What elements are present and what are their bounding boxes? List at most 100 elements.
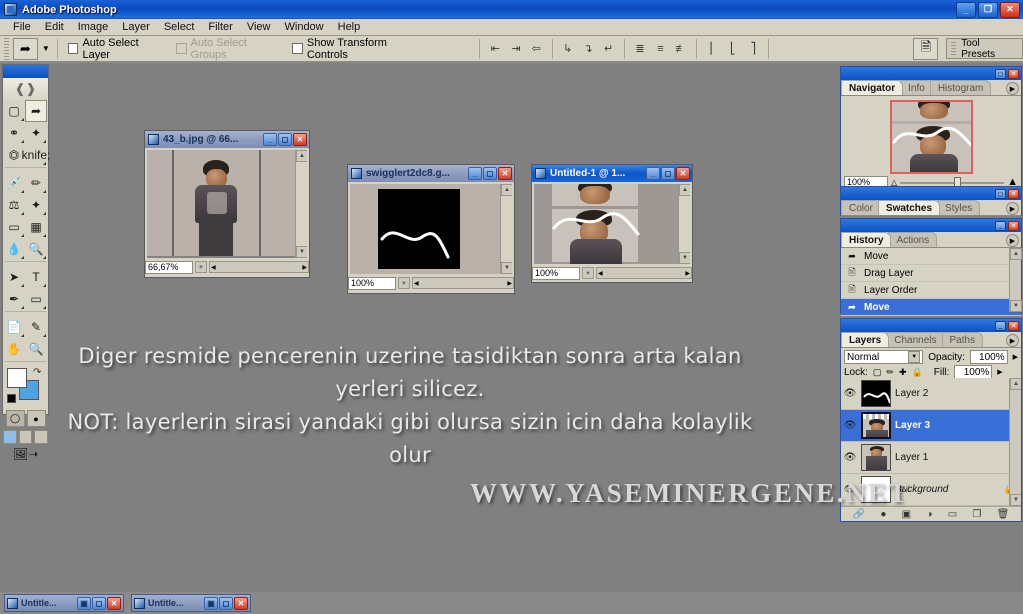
eye-icon[interactable]: 👁	[843, 388, 857, 399]
new-layer-icon[interactable]: ❐	[972, 509, 981, 520]
menu-help[interactable]: Help	[331, 20, 368, 34]
zoom-level[interactable]: 100%	[532, 266, 580, 280]
menu-filter[interactable]: Filter	[201, 20, 239, 34]
distribute-horizontal-centers-icon[interactable]: ⎣	[724, 39, 742, 58]
delete-layer-icon[interactable]: 🗑	[997, 509, 1010, 520]
close-button[interactable]: ✕	[1000, 1, 1020, 18]
document-window-swigglert[interactable]: swigglert2dc8.g... _ ◻ ✕ ▲ ▼ 100% ☀ ◀ ▶	[347, 164, 515, 294]
status-info-icon[interactable]: ☀	[582, 267, 594, 279]
history-item[interactable]: ➦ Move	[841, 248, 1021, 265]
collapse-button[interactable]: _	[995, 220, 1006, 231]
healing-brush-tool-icon[interactable]: 💉	[3, 172, 25, 194]
menu-edit[interactable]: Edit	[38, 20, 71, 34]
maximize-button[interactable]: ◻	[483, 167, 497, 180]
tab-styles[interactable]: Styles	[937, 200, 981, 215]
swap-colors-icon[interactable]: ↷	[33, 367, 41, 378]
clone-stamp-tool-icon[interactable]: ⚖	[3, 194, 25, 216]
hand-tool-icon[interactable]: ✋	[3, 338, 25, 360]
palette-menu-icon[interactable]: ▶	[1006, 202, 1019, 215]
maximize-button[interactable]: ◻	[278, 133, 292, 146]
scroll-up-icon[interactable]: ▲	[679, 184, 690, 196]
document-window-untitled-1[interactable]: Untitled-1 @ 1... _ ◻ ✕ ▲ ▼ 100% ☀ ◀ ▶	[531, 164, 693, 283]
palette-menu-icon[interactable]: ▶	[1006, 234, 1019, 247]
scroll-down-icon[interactable]: ▼	[1010, 494, 1021, 506]
tab-paths[interactable]: Paths	[941, 332, 984, 347]
menu-window[interactable]: Window	[278, 20, 331, 34]
horizontal-scrollbar[interactable]: ◀ ▶	[596, 267, 692, 279]
tab-history[interactable]: History	[841, 232, 892, 247]
blur-tool-icon[interactable]: 💧	[3, 238, 25, 260]
tab-swatches[interactable]: Swatches	[877, 200, 941, 215]
tab-actions[interactable]: Actions	[888, 232, 938, 247]
history-titlebar[interactable]: _ ✕	[841, 219, 1021, 232]
close-button[interactable]: ✕	[1008, 188, 1019, 199]
scroll-up-icon[interactable]: ▲	[296, 150, 307, 162]
zoom-tool-icon[interactable]: 🔍	[25, 338, 47, 360]
minimize-button[interactable]: _	[956, 1, 976, 18]
close-button[interactable]: ✕	[293, 133, 307, 146]
tab-info[interactable]: Info	[900, 80, 933, 95]
notes-tool-icon[interactable]: 📄	[3, 316, 25, 338]
maximize-button[interactable]: ◻	[219, 596, 233, 610]
restore-button[interactable]: ▣	[77, 596, 91, 610]
lock-image-icon[interactable]: ✏	[886, 367, 894, 378]
color-titlebar[interactable]: ◻ ✕	[841, 187, 1021, 200]
close-button[interactable]: ✕	[498, 167, 512, 180]
restore-button[interactable]: ❐	[978, 1, 998, 18]
document-canvas[interactable]: ▲ ▼	[350, 184, 512, 274]
tab-channels[interactable]: Channels	[886, 332, 945, 347]
jump-to-imageready-icon[interactable]: 🖼➝	[13, 447, 38, 461]
navigator-titlebar[interactable]: ◻ ✕	[841, 67, 1021, 80]
layer-row[interactable]: 👁 Layer 2	[841, 378, 1021, 410]
foreground-color-swatch[interactable]	[7, 368, 27, 388]
scroll-down-icon[interactable]: ▼	[1010, 300, 1022, 312]
scroll-down-icon[interactable]: ▼	[501, 262, 512, 274]
scroll-left-icon[interactable]: ◀	[210, 264, 216, 271]
distribute-bottom-edges-icon[interactable]: ≢	[672, 39, 690, 58]
horizontal-scrollbar[interactable]: ◀ ▶	[412, 277, 514, 289]
auto-select-layer-checkbox[interactable]: Auto Select Layer	[65, 37, 169, 61]
zoom-level[interactable]: 66,67%	[145, 260, 193, 274]
document-titlebar[interactable]: Untitled-1 @ 1... _ ◻ ✕	[532, 165, 692, 182]
document-window-43b[interactable]: 43_b.jpg @ 66... _ ◻ ✕ ▲ ▼ 66,67% ☀ ◀ ▶	[144, 130, 310, 278]
scroll-up-icon[interactable]: ▲	[1010, 248, 1022, 260]
menu-image[interactable]: Image	[71, 20, 116, 34]
menu-view[interactable]: View	[240, 20, 278, 34]
tab-layers[interactable]: Layers	[841, 332, 890, 347]
file-browser-icon[interactable]: 🗎	[913, 37, 939, 60]
tool-options-chevron-down-icon[interactable]: ▼	[42, 44, 50, 53]
document-canvas[interactable]: ▲ ▼	[147, 150, 307, 258]
minimize-button[interactable]: _	[468, 167, 482, 180]
restore-button[interactable]: ▣	[204, 596, 218, 610]
layer-mask-icon[interactable]: ▣	[902, 509, 911, 520]
layer-name[interactable]: Layer 3	[895, 420, 930, 431]
marquee-tool-icon[interactable]: ▢	[3, 100, 25, 122]
tool-presets-button[interactable]: Tool Presets	[946, 38, 1023, 60]
layer-row-selected[interactable]: 👁 Layer 3	[841, 410, 1021, 442]
minimized-window-1[interactable]: Untitle... ▣ ◻ ✕	[4, 594, 124, 612]
scroll-down-icon[interactable]: ▼	[679, 252, 690, 264]
standard-mode-icon[interactable]: ◯	[5, 410, 25, 427]
close-button[interactable]: ✕	[1008, 220, 1019, 231]
magic-wand-tool-icon[interactable]: ✦	[25, 122, 47, 144]
collapse-button[interactable]: _	[995, 320, 1006, 331]
minimize-button[interactable]: _	[646, 167, 660, 180]
horizontal-scrollbar[interactable]: ◀ ▶	[209, 261, 309, 273]
status-info-icon[interactable]: ☀	[398, 277, 410, 289]
scroll-up-icon[interactable]: ▲	[501, 184, 512, 196]
shape-tool-icon[interactable]: ▭	[25, 288, 47, 310]
layer-thumbnail[interactable]	[861, 444, 891, 471]
vertical-scrollbar[interactable]: ▲ ▼	[295, 150, 307, 258]
lock-position-icon[interactable]: ✚	[899, 367, 907, 378]
options-bar-grip[interactable]	[4, 37, 9, 60]
align-right-edges-icon[interactable]: ↵	[600, 39, 617, 58]
scroll-right-icon[interactable]: ▶	[685, 270, 691, 277]
toolbox-titlebar[interactable]	[3, 65, 48, 78]
align-left-edges-icon[interactable]: ↳	[559, 39, 576, 58]
move-tool-icon[interactable]: ➦	[12, 37, 38, 60]
close-button[interactable]: ✕	[676, 167, 690, 180]
maximize-button[interactable]: ◻	[92, 596, 106, 610]
scroll-left-icon[interactable]: ◀	[413, 280, 419, 287]
eyedropper-tool-icon[interactable]: ✎	[25, 316, 47, 338]
zoom-level[interactable]: 100%	[348, 276, 396, 290]
